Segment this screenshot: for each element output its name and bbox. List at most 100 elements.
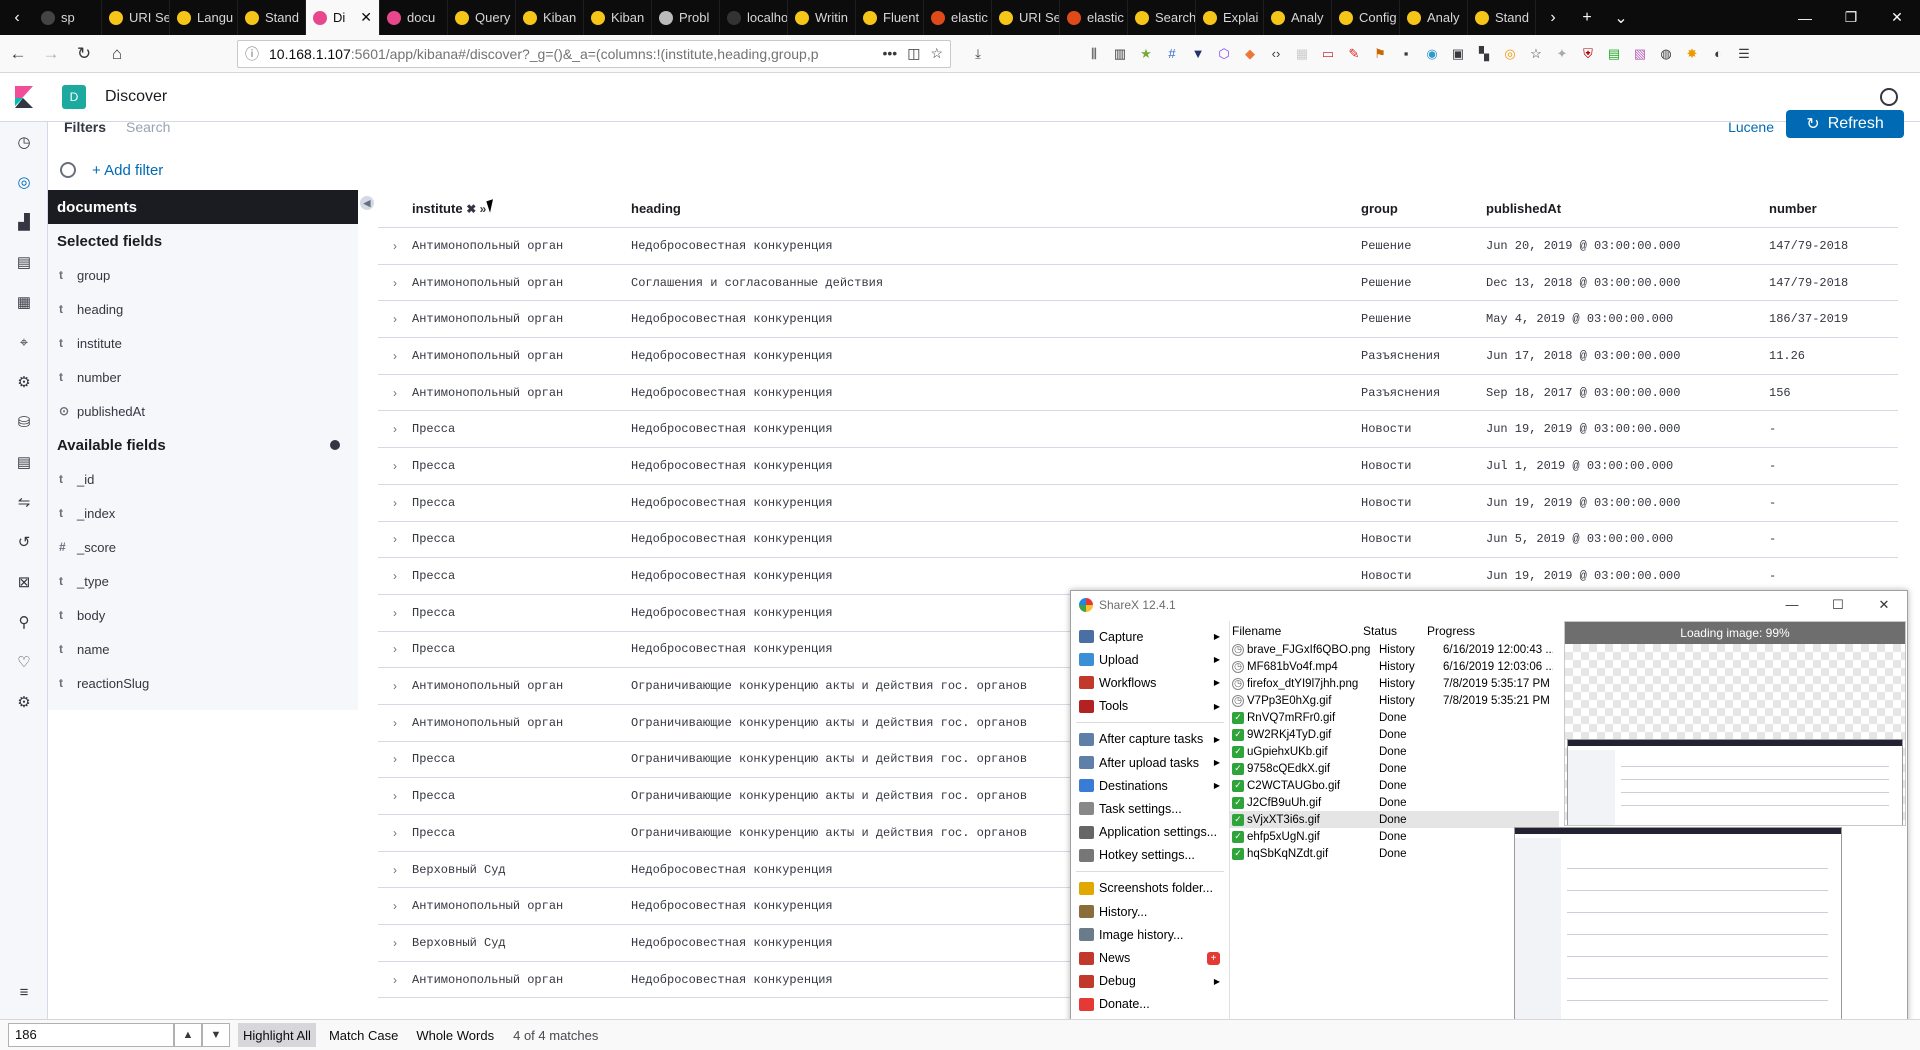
expand-row-icon[interactable]: › bbox=[378, 606, 412, 620]
expand-row-icon[interactable]: › bbox=[378, 936, 412, 950]
extension-pin-icon[interactable]: ✦ bbox=[1549, 41, 1575, 67]
browser-tab[interactable]: Probl bbox=[652, 0, 720, 35]
dashboard-icon[interactable]: ▤ bbox=[0, 242, 48, 282]
extension-box-icon[interactable]: ▣ bbox=[1445, 41, 1471, 67]
library-icon[interactable]: ⫼ bbox=[1081, 41, 1107, 67]
column-header-heading[interactable]: heading bbox=[631, 201, 1361, 216]
expand-row-icon[interactable]: › bbox=[378, 569, 412, 583]
sharex-menu-task-settings[interactable]: Task settings... bbox=[1076, 797, 1224, 820]
logs-icon[interactable]: ▤ bbox=[0, 442, 48, 482]
extension-star-icon[interactable]: ★ bbox=[1133, 41, 1159, 67]
expand-row-icon[interactable]: › bbox=[378, 642, 412, 656]
refresh-button[interactable]: ↻ Refresh bbox=[1786, 110, 1904, 138]
field-item-reactionSlug[interactable]: t reactionSlug bbox=[48, 666, 358, 700]
sharex-file-row[interactable]: ◷ brave_FJGxIf6QBO.png History 6/16/2019 12… bbox=[1230, 641, 1559, 658]
extension-badge-icon[interactable]: ⚑ bbox=[1367, 41, 1393, 67]
expand-row-icon[interactable]: › bbox=[378, 276, 412, 290]
sharex-file-row[interactable]: ✓ sVjxXT3i6s.gif Done bbox=[1230, 811, 1559, 828]
extension-apps-icon[interactable]: ▚ bbox=[1471, 41, 1497, 67]
pocket-icon[interactable]: ◫ bbox=[907, 45, 920, 62]
expand-row-icon[interactable]: › bbox=[378, 973, 412, 987]
field-item-number[interactable]: t number bbox=[48, 360, 358, 394]
expand-row-icon[interactable]: › bbox=[378, 459, 412, 473]
sharex-menu-debug[interactable]: Debug ▶ bbox=[1076, 970, 1224, 993]
discover-icon[interactable]: ◎ bbox=[0, 162, 48, 202]
filters-label[interactable]: Filters bbox=[64, 119, 106, 135]
space-avatar[interactable]: D bbox=[62, 85, 86, 109]
close-window-icon[interactable]: ✕ bbox=[1874, 0, 1920, 35]
column-status[interactable]: Status bbox=[1363, 624, 1427, 638]
whole-words-toggle[interactable]: Whole Words bbox=[411, 1023, 499, 1047]
bookmark-star-icon[interactable]: ☆ bbox=[930, 45, 943, 62]
sharex-close-icon[interactable]: ✕ bbox=[1861, 597, 1907, 613]
uptime-icon[interactable]: ↺ bbox=[0, 522, 48, 562]
kibana-logo-icon[interactable] bbox=[0, 73, 48, 122]
extension-green-icon[interactable]: ▤ bbox=[1601, 41, 1627, 67]
extension-grid-icon[interactable]: ▦ bbox=[1289, 41, 1315, 67]
extension-coin-icon[interactable]: ◎ bbox=[1497, 41, 1523, 67]
collapse-nav-icon[interactable]: ≡ bbox=[0, 972, 48, 1012]
field-item-body[interactable]: t body bbox=[48, 598, 358, 632]
expand-row-icon[interactable]: › bbox=[378, 789, 412, 803]
match-case-toggle[interactable]: Match Case bbox=[324, 1023, 403, 1047]
browser-tab[interactable]: Langu bbox=[170, 0, 238, 35]
field-item-meta-score[interactable]: # _score bbox=[48, 530, 358, 564]
apm-icon[interactable]: ⇋ bbox=[0, 482, 48, 522]
field-item-meta-index[interactable]: t _index bbox=[48, 496, 358, 530]
sharex-menu-screenshots-folder[interactable]: Screenshots folder... bbox=[1076, 877, 1224, 900]
browser-tab[interactable]: Analy bbox=[1400, 0, 1468, 35]
sharex-file-row[interactable]: ✓ uGpiehxUKb.gif Done bbox=[1230, 743, 1559, 760]
column-controls[interactable]: ✖ » bbox=[466, 202, 486, 216]
security-icon[interactable]: ⊠ bbox=[0, 562, 48, 602]
maps-icon[interactable]: ⌖ bbox=[0, 322, 48, 362]
browser-tab[interactable]: Explai bbox=[1196, 0, 1264, 35]
help-icon[interactable] bbox=[1880, 88, 1898, 106]
expand-row-icon[interactable]: › bbox=[378, 826, 412, 840]
extension-v-icon[interactable]: ▼ bbox=[1185, 41, 1211, 67]
expand-row-icon[interactable]: › bbox=[378, 752, 412, 766]
sharex-menu-news[interactable]: News + bbox=[1076, 946, 1224, 969]
infrastructure-icon[interactable]: ⛁ bbox=[0, 402, 48, 442]
ml-icon[interactable]: ⚙ bbox=[0, 362, 48, 402]
extension-yellow-icon[interactable]: ✸ bbox=[1679, 41, 1705, 67]
sharex-file-row[interactable]: ✓ RnVQ7mRFr0.gif Done bbox=[1230, 709, 1559, 726]
sharex-menu-upload[interactable]: Upload ▶ bbox=[1076, 648, 1224, 671]
visualize-icon[interactable]: ▟ bbox=[0, 202, 48, 242]
browser-tab[interactable]: URI Se bbox=[992, 0, 1060, 35]
browser-tab[interactable]: Stand bbox=[1468, 0, 1536, 35]
expand-row-icon[interactable]: › bbox=[378, 679, 412, 693]
extension-shield-icon[interactable]: ⬡ bbox=[1211, 41, 1237, 67]
sharex-file-row[interactable]: ◷ V7Pp3E0hXg.gif History 7/8/2019 5:35:21 P… bbox=[1230, 692, 1559, 709]
find-previous-button[interactable]: ▲ bbox=[174, 1023, 202, 1047]
extension-card-icon[interactable]: ▭ bbox=[1315, 41, 1341, 67]
sharex-menu-image-history[interactable]: Image history... bbox=[1076, 923, 1224, 946]
sharex-file-row[interactable]: ✓ C2WCTAUGbo.gif Done bbox=[1230, 777, 1559, 794]
browser-tab[interactable]: Kiban bbox=[584, 0, 652, 35]
browser-tab[interactable]: localhost: bbox=[720, 0, 788, 35]
expand-row-icon[interactable]: › bbox=[378, 863, 412, 877]
recent-icon[interactable]: ◷ bbox=[0, 122, 48, 162]
expand-row-icon[interactable]: › bbox=[378, 312, 412, 326]
browser-tab[interactable]: docu bbox=[380, 0, 448, 35]
browser-tab[interactable]: Kiban bbox=[516, 0, 584, 35]
filter-settings-icon[interactable] bbox=[60, 162, 76, 178]
query-language-toggle[interactable]: Lucene bbox=[1728, 119, 1774, 135]
expand-row-icon[interactable]: › bbox=[378, 532, 412, 546]
field-item-heading[interactable]: t heading bbox=[48, 292, 358, 326]
browser-tab[interactable]: Search bbox=[1128, 0, 1196, 35]
field-filter-settings-icon[interactable] bbox=[330, 440, 340, 450]
sharex-file-row[interactable]: ✓ 9758cQEdkX.gif Done bbox=[1230, 760, 1559, 777]
expand-row-icon[interactable]: › bbox=[378, 239, 412, 253]
back-button[interactable]: ← bbox=[3, 39, 33, 69]
collapse-sidebar-icon[interactable]: ◀ bbox=[360, 196, 374, 210]
browser-tab[interactable]: Query bbox=[448, 0, 516, 35]
browser-tab[interactable]: Analy bbox=[1264, 0, 1332, 35]
browser-tab[interactable]: Writin bbox=[788, 0, 856, 35]
account-icon[interactable]: ◐ bbox=[1705, 41, 1731, 67]
tab-list-menu-button[interactable]: ⌄ bbox=[1604, 0, 1638, 35]
reload-button[interactable]: ↻ bbox=[69, 39, 99, 69]
sidebar-icon[interactable]: ▥ bbox=[1107, 41, 1133, 67]
browser-tab[interactable]: URI Se bbox=[102, 0, 170, 35]
site-info-icon[interactable]: ⓘ bbox=[245, 44, 259, 64]
sharex-menu-after-capture-tasks[interactable]: After capture tasks ▶ bbox=[1076, 728, 1224, 751]
